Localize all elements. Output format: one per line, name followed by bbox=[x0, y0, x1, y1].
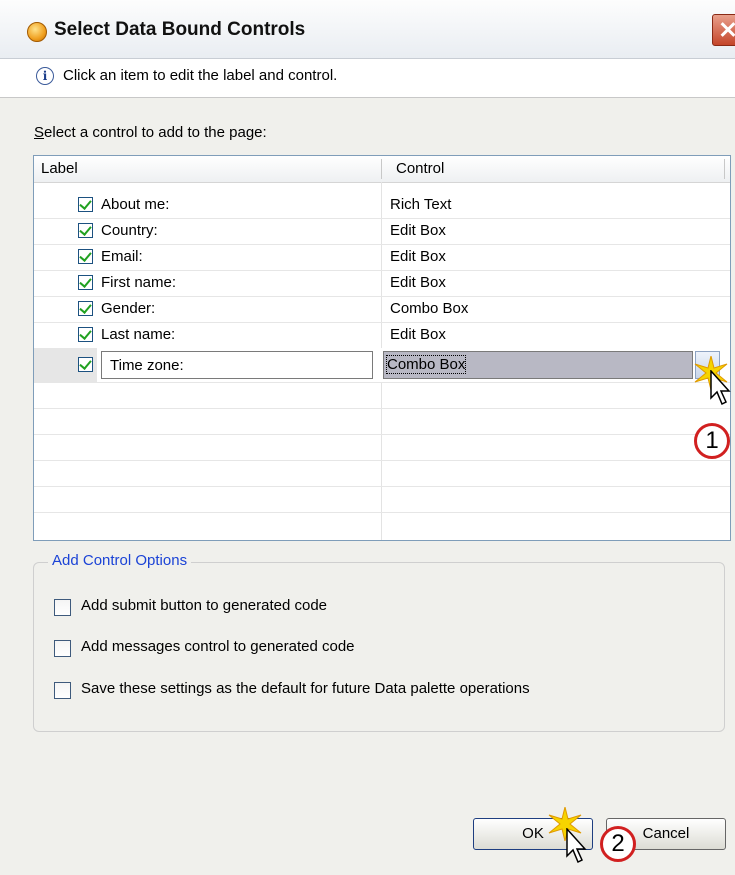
row-control: Edit Box bbox=[390, 326, 446, 343]
table-row[interactable]: Gender: Combo Box bbox=[34, 296, 730, 323]
options-group-title: Add Control Options bbox=[48, 552, 192, 569]
table-header: Label Control bbox=[34, 156, 730, 183]
empty-row bbox=[34, 408, 730, 435]
label-edit-field[interactable]: Time zone: bbox=[101, 351, 373, 379]
mouse-cursor-icon bbox=[566, 828, 587, 864]
row-label: Country: bbox=[101, 222, 158, 239]
table-row[interactable]: Email: Edit Box bbox=[34, 244, 730, 271]
table-prompt: Select a control to add to the page: bbox=[34, 124, 267, 141]
option-label: Add submit button to generated code bbox=[81, 597, 328, 614]
table-row[interactable]: First name: Edit Box bbox=[34, 270, 730, 297]
callout-badge-1: 1 bbox=[694, 423, 730, 459]
row-label: Email: bbox=[101, 248, 143, 265]
option-label: Save these settings as the default for f… bbox=[81, 680, 530, 697]
table-row[interactable]: Country: Edit Box bbox=[34, 218, 730, 245]
info-icon: i bbox=[36, 67, 54, 85]
row-checkbox[interactable] bbox=[78, 249, 93, 264]
row-control: Edit Box bbox=[390, 248, 446, 265]
empty-row bbox=[34, 460, 730, 487]
empty-row bbox=[34, 486, 730, 513]
option-checkbox[interactable] bbox=[54, 682, 71, 699]
option-checkbox[interactable] bbox=[54, 599, 71, 616]
row-label: About me: bbox=[101, 196, 170, 213]
column-header-label[interactable]: Label bbox=[41, 160, 78, 177]
option-label: Add messages control to generated code bbox=[81, 638, 355, 655]
row-label: First name: bbox=[101, 274, 177, 291]
table-row[interactable]: Last name: Edit Box bbox=[34, 322, 730, 349]
empty-row bbox=[34, 382, 730, 409]
row-control: Edit Box bbox=[390, 274, 446, 291]
callout-badge-2: 2 bbox=[600, 826, 636, 862]
title-bar: Select Data Bound Controls bbox=[0, 0, 735, 59]
row-control: Edit Box bbox=[390, 222, 446, 239]
mouse-cursor-icon bbox=[710, 370, 731, 406]
row-checkbox[interactable] bbox=[78, 357, 93, 372]
row-label: Gender: bbox=[101, 300, 156, 317]
close-button[interactable] bbox=[712, 14, 735, 46]
table-row-editing[interactable]: Time zone: Combo Box bbox=[34, 348, 730, 383]
option-checkbox[interactable] bbox=[54, 640, 71, 657]
row-label: Last name: bbox=[101, 326, 176, 343]
column-header-control[interactable]: Control bbox=[396, 160, 444, 177]
column-separator[interactable] bbox=[724, 159, 725, 179]
row-control: Combo Box bbox=[390, 300, 469, 317]
row-checkbox[interactable] bbox=[78, 275, 93, 290]
row-checkbox[interactable] bbox=[78, 197, 93, 212]
row-checkbox[interactable] bbox=[78, 223, 93, 238]
column-separator[interactable] bbox=[381, 159, 382, 179]
empty-row bbox=[34, 434, 730, 461]
info-message: Click an item to edit the label and cont… bbox=[63, 67, 338, 84]
controls-table[interactable]: Label Control About me: Rich Text Countr… bbox=[33, 155, 731, 541]
control-combo-box[interactable]: Combo Box bbox=[383, 351, 693, 379]
dialog-title: Select Data Bound Controls bbox=[54, 19, 306, 40]
app-icon bbox=[27, 22, 47, 42]
row-checkbox[interactable] bbox=[78, 301, 93, 316]
table-row[interactable]: About me: Rich Text bbox=[34, 192, 730, 219]
row-control: Rich Text bbox=[390, 196, 452, 213]
row-checkbox[interactable] bbox=[78, 327, 93, 342]
